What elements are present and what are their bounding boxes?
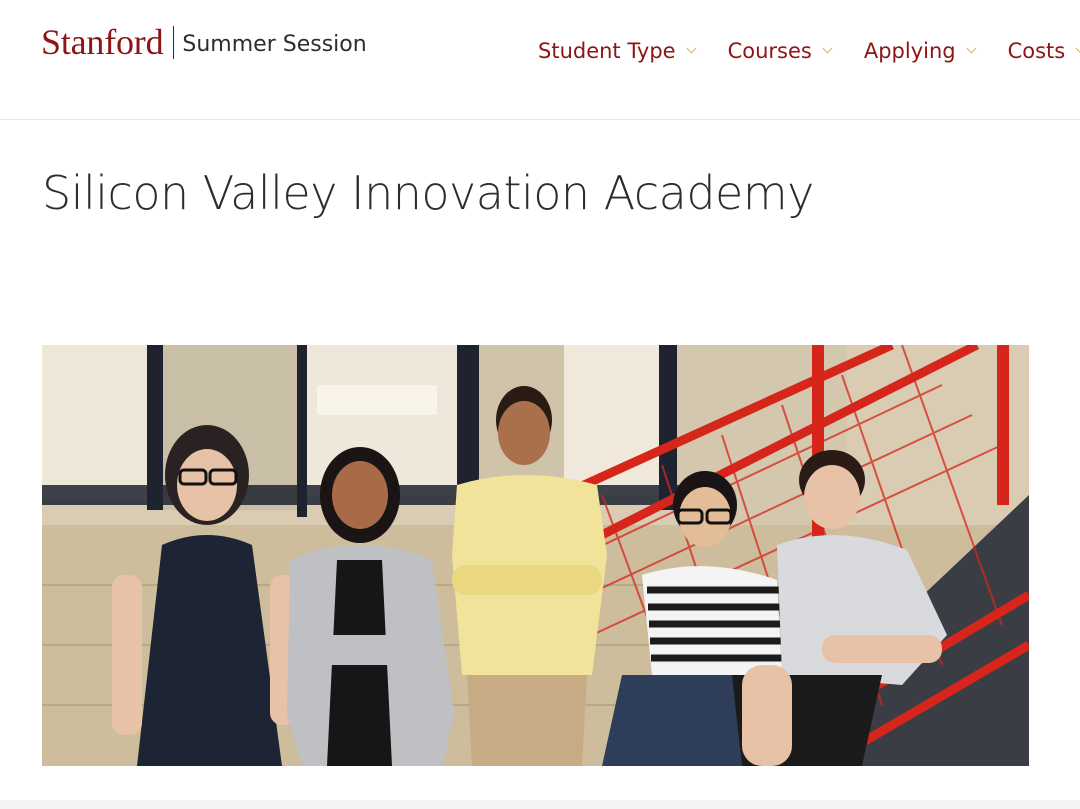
page-bottom-band (0, 800, 1080, 809)
site-header: Stanford Summer Session Student Type Cou… (0, 0, 1080, 120)
summer-session-label: Summer Session (182, 31, 367, 57)
hero-photo-illustration (42, 345, 1029, 766)
nav-label: Courses (727, 39, 812, 63)
nav-item-courses[interactable]: Courses (727, 39, 833, 63)
logo-divider (173, 25, 175, 59)
nav-label: Applying (863, 39, 956, 63)
page-title: Silicon Valley Innovation Academy (42, 166, 814, 220)
nav-item-costs[interactable]: Costs (1008, 39, 1080, 63)
nav-label: Student Type (538, 39, 676, 63)
main-nav: Student Type Courses Applying Costs (538, 34, 1080, 68)
chevron-down-icon (966, 43, 977, 54)
stanford-wordmark: Stanford (41, 22, 164, 62)
nav-item-student-type[interactable]: Student Type (538, 39, 697, 63)
chevron-down-icon (822, 43, 833, 54)
chevron-down-icon (686, 43, 697, 54)
chevron-down-icon (1075, 43, 1080, 54)
hero-image (42, 345, 1029, 766)
nav-item-applying[interactable]: Applying (863, 39, 977, 63)
site-logo[interactable]: Stanford Summer Session (41, 20, 367, 64)
nav-label: Costs (1007, 39, 1066, 63)
